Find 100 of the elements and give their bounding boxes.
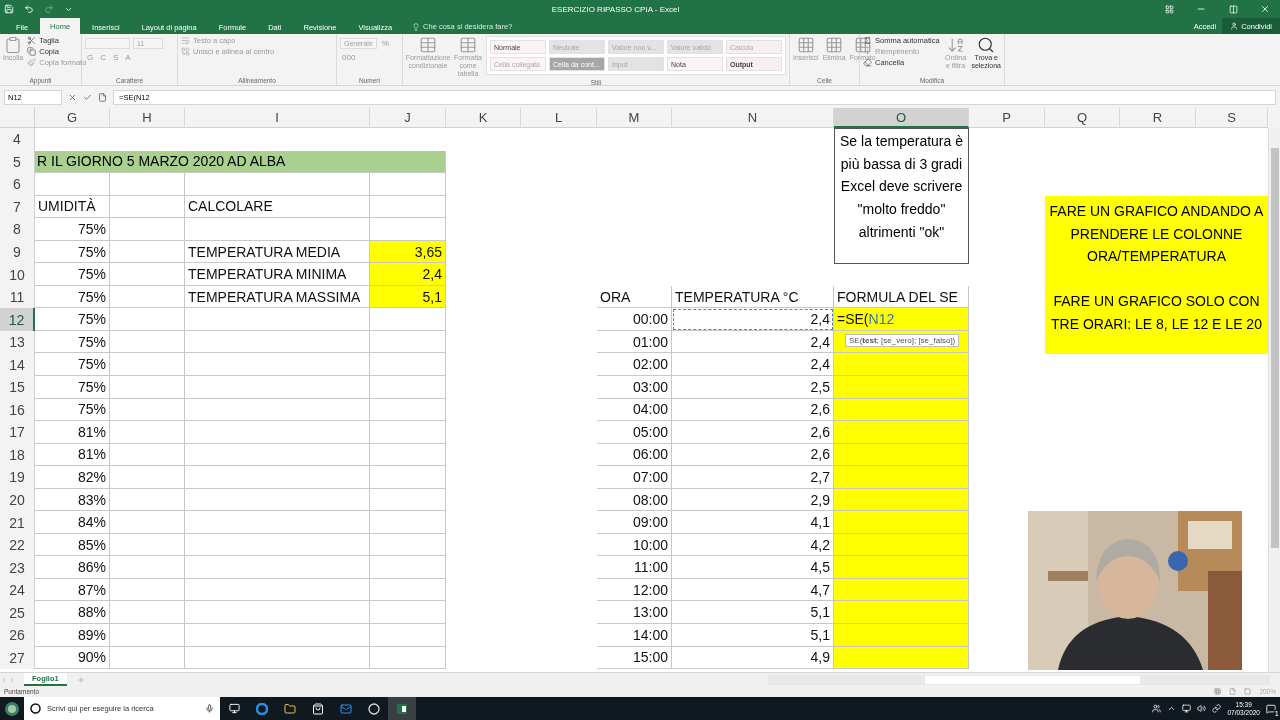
search-icon bbox=[977, 36, 996, 54]
table-cell: CALCOLARE bbox=[185, 195, 370, 219]
row-header[interactable]: 27 bbox=[0, 646, 35, 670]
volume-icon[interactable] bbox=[1197, 704, 1207, 713]
table-cell: 75% bbox=[35, 218, 110, 241]
table-cell: 13:00 bbox=[597, 601, 672, 625]
table-cell: 5,1 bbox=[370, 285, 446, 309]
mail-icon bbox=[340, 702, 352, 715]
column-header[interactable]: O bbox=[834, 108, 969, 128]
table-cell: 10:00 bbox=[597, 533, 672, 557]
row-header[interactable]: 20 bbox=[0, 488, 35, 512]
function-tooltip: SE(test; [se_vero]; [se_falso]) bbox=[845, 334, 960, 347]
column-header[interactable]: M bbox=[597, 108, 672, 128]
grid-icon bbox=[796, 36, 815, 54]
bag-icon bbox=[312, 702, 324, 715]
spreadsheet-icon bbox=[396, 702, 408, 715]
row-header[interactable]: 7 bbox=[0, 195, 35, 219]
row-header[interactable]: 22 bbox=[0, 533, 35, 557]
row-header[interactable]: 5 bbox=[0, 150, 35, 174]
table-cell: 04:00 bbox=[597, 398, 672, 422]
table-cell: 75% bbox=[35, 285, 110, 309]
table-cell: 01:00 bbox=[597, 330, 672, 354]
link-icon[interactable] bbox=[1212, 704, 1222, 713]
row-header[interactable]: 19 bbox=[0, 466, 35, 489]
column-header[interactable]: I bbox=[185, 108, 370, 128]
row-header[interactable]: 15 bbox=[0, 376, 35, 399]
row-header[interactable]: 10 bbox=[0, 263, 35, 286]
table-icon bbox=[419, 36, 437, 54]
window-title: ESERCIZIO RIPASSO CPIA - Excel bbox=[550, 4, 681, 14]
scrollbar-thumb[interactable] bbox=[1270, 148, 1279, 548]
editing-cell: =SE(N12 bbox=[834, 308, 969, 331]
start-icon[interactable] bbox=[4, 700, 20, 717]
table-cell: 00:00 bbox=[597, 308, 672, 331]
row-header[interactable]: 11 bbox=[0, 285, 35, 309]
row-header[interactable]: 8 bbox=[0, 218, 35, 241]
table-cell: 75% bbox=[35, 330, 110, 354]
paintbrush-icon bbox=[27, 58, 37, 67]
note-text: FARE UN GRAFICO ANDANDO A PRENDERE LE COLONNE ORA/TEMPERATURA bbox=[1049, 202, 1264, 267]
message-icon bbox=[1266, 703, 1276, 714]
save-icon[interactable] bbox=[4, 4, 14, 14]
table-cell: 11:00 bbox=[597, 556, 672, 579]
circle-icon bbox=[30, 703, 41, 714]
row-header[interactable]: 16 bbox=[0, 398, 35, 422]
row-header[interactable]: 4 bbox=[0, 128, 35, 151]
row-header[interactable]: 14 bbox=[0, 353, 35, 376]
table-cell: 89% bbox=[35, 624, 110, 647]
table-cell: 06:00 bbox=[597, 443, 672, 467]
row-header[interactable]: 21 bbox=[0, 511, 35, 534]
row-header[interactable]: 6 bbox=[0, 173, 35, 196]
normal-view-icon[interactable] bbox=[1214, 688, 1222, 695]
table-cell: 75% bbox=[35, 353, 110, 376]
row-header[interactable]: 18 bbox=[0, 443, 35, 467]
row-header[interactable]: 9 bbox=[0, 240, 35, 264]
row-header[interactable]: 25 bbox=[0, 601, 35, 625]
column-header[interactable]: Q bbox=[1045, 108, 1120, 128]
grid-icon bbox=[825, 36, 844, 54]
table-cell: 83% bbox=[35, 488, 110, 512]
table-cell: 07:00 bbox=[597, 466, 672, 489]
spreadsheet-app-button[interactable] bbox=[388, 697, 416, 720]
row-header[interactable]: 13 bbox=[0, 330, 35, 354]
row-header[interactable]: 17 bbox=[0, 421, 35, 444]
column-header[interactable]: R bbox=[1120, 108, 1196, 128]
column-header[interactable]: P bbox=[969, 108, 1045, 128]
column-header[interactable]: L bbox=[521, 108, 597, 128]
chevron-up-icon[interactable] bbox=[1167, 704, 1177, 713]
row-header[interactable]: 23 bbox=[0, 556, 35, 579]
table-cell: 03:00 bbox=[597, 376, 672, 399]
sort-icon bbox=[946, 36, 965, 54]
column-header[interactable]: J bbox=[370, 108, 446, 128]
table-cell: 81% bbox=[35, 443, 110, 467]
table-cell: 75% bbox=[35, 263, 110, 286]
table-cell: 09:00 bbox=[597, 511, 672, 534]
merge-icon bbox=[181, 47, 190, 56]
table-cell: TEMPERATURA °C bbox=[672, 285, 834, 309]
table-cell: 2,4 bbox=[672, 308, 834, 331]
table-cell: 14:00 bbox=[597, 624, 672, 647]
table-cell: 15:00 bbox=[597, 646, 672, 670]
row-header[interactable]: 26 bbox=[0, 624, 35, 647]
table-cell: 75% bbox=[35, 240, 110, 264]
page-layout-icon[interactable] bbox=[1229, 688, 1237, 695]
people-icon[interactable] bbox=[1152, 704, 1162, 713]
column-header[interactable]: K bbox=[446, 108, 521, 128]
cancel-icon[interactable] bbox=[68, 92, 77, 102]
microphone-icon[interactable] bbox=[205, 704, 214, 713]
table-cell: 86% bbox=[35, 556, 110, 579]
table-cell: 75% bbox=[35, 398, 110, 422]
title-banner: R IL GIORNO 5 MARZO 2020 AD ALBA bbox=[35, 150, 446, 174]
column-header[interactable]: H bbox=[110, 108, 185, 128]
eraser-icon bbox=[863, 58, 872, 67]
row-header[interactable]: 12 bbox=[0, 308, 35, 331]
column-header[interactable]: S bbox=[1196, 108, 1268, 128]
network-icon[interactable] bbox=[1182, 704, 1192, 713]
table-cell: 2,4 bbox=[370, 263, 446, 286]
check-icon[interactable] bbox=[83, 92, 92, 102]
folder-icon bbox=[284, 702, 296, 715]
column-header[interactable]: G bbox=[35, 108, 110, 128]
restore-icon bbox=[1228, 4, 1238, 14]
column-header[interactable]: N bbox=[672, 108, 834, 128]
row-header[interactable]: 24 bbox=[0, 578, 35, 602]
undo-icon[interactable] bbox=[24, 4, 34, 14]
